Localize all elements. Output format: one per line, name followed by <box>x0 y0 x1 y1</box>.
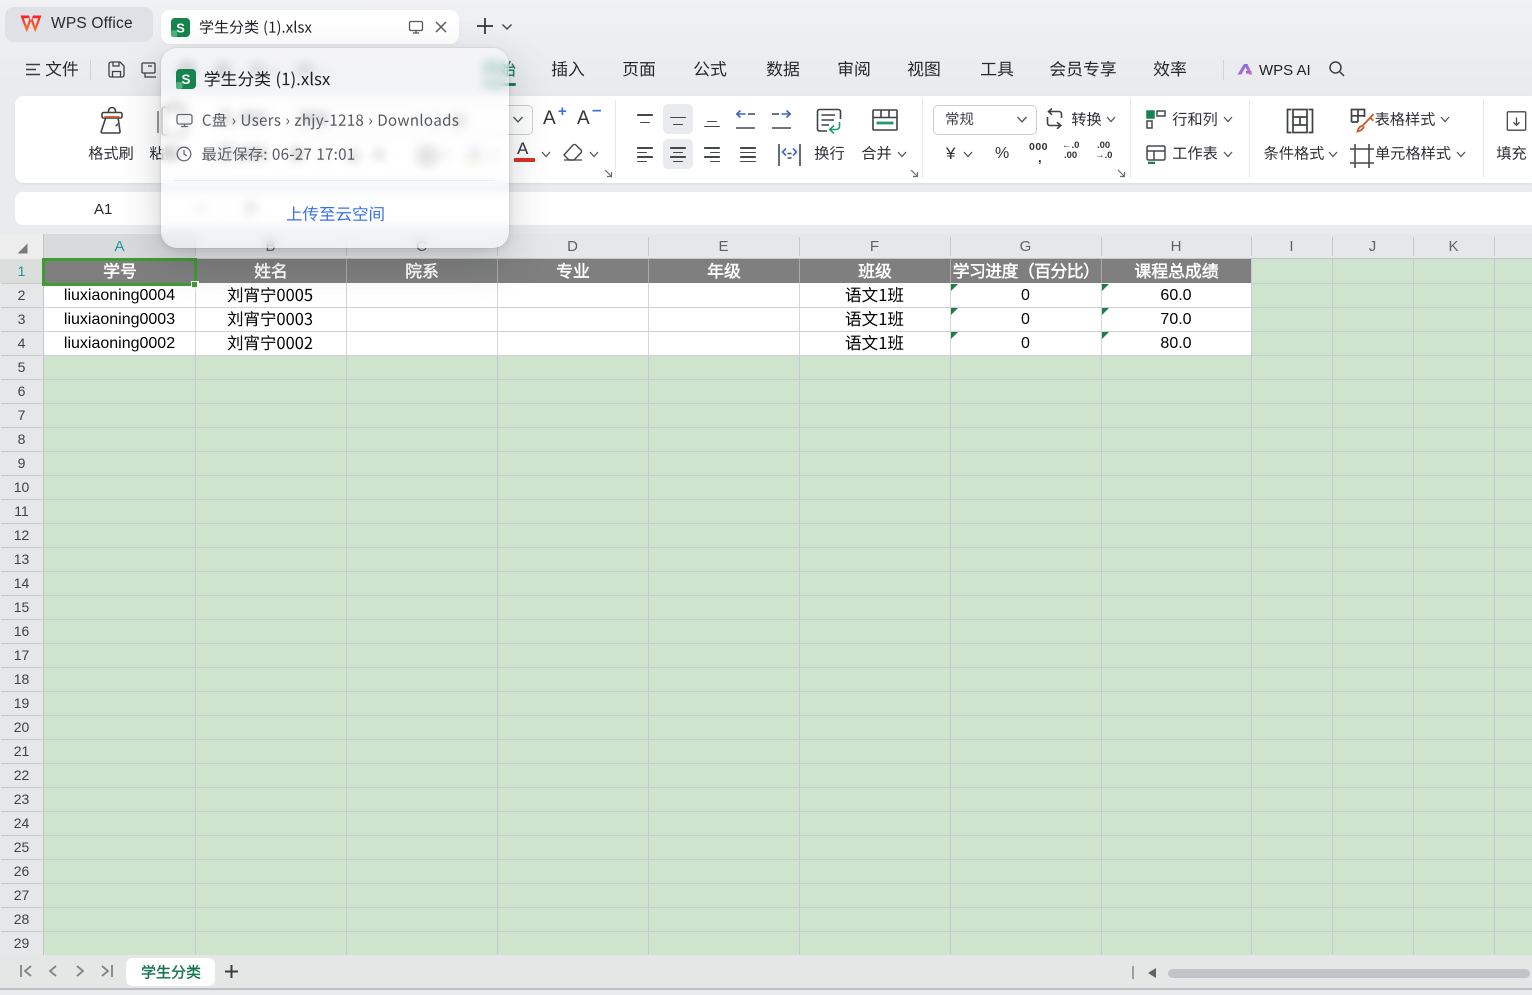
svg-text:S: S <box>181 72 190 87</box>
svg-text:S: S <box>176 20 185 35</box>
